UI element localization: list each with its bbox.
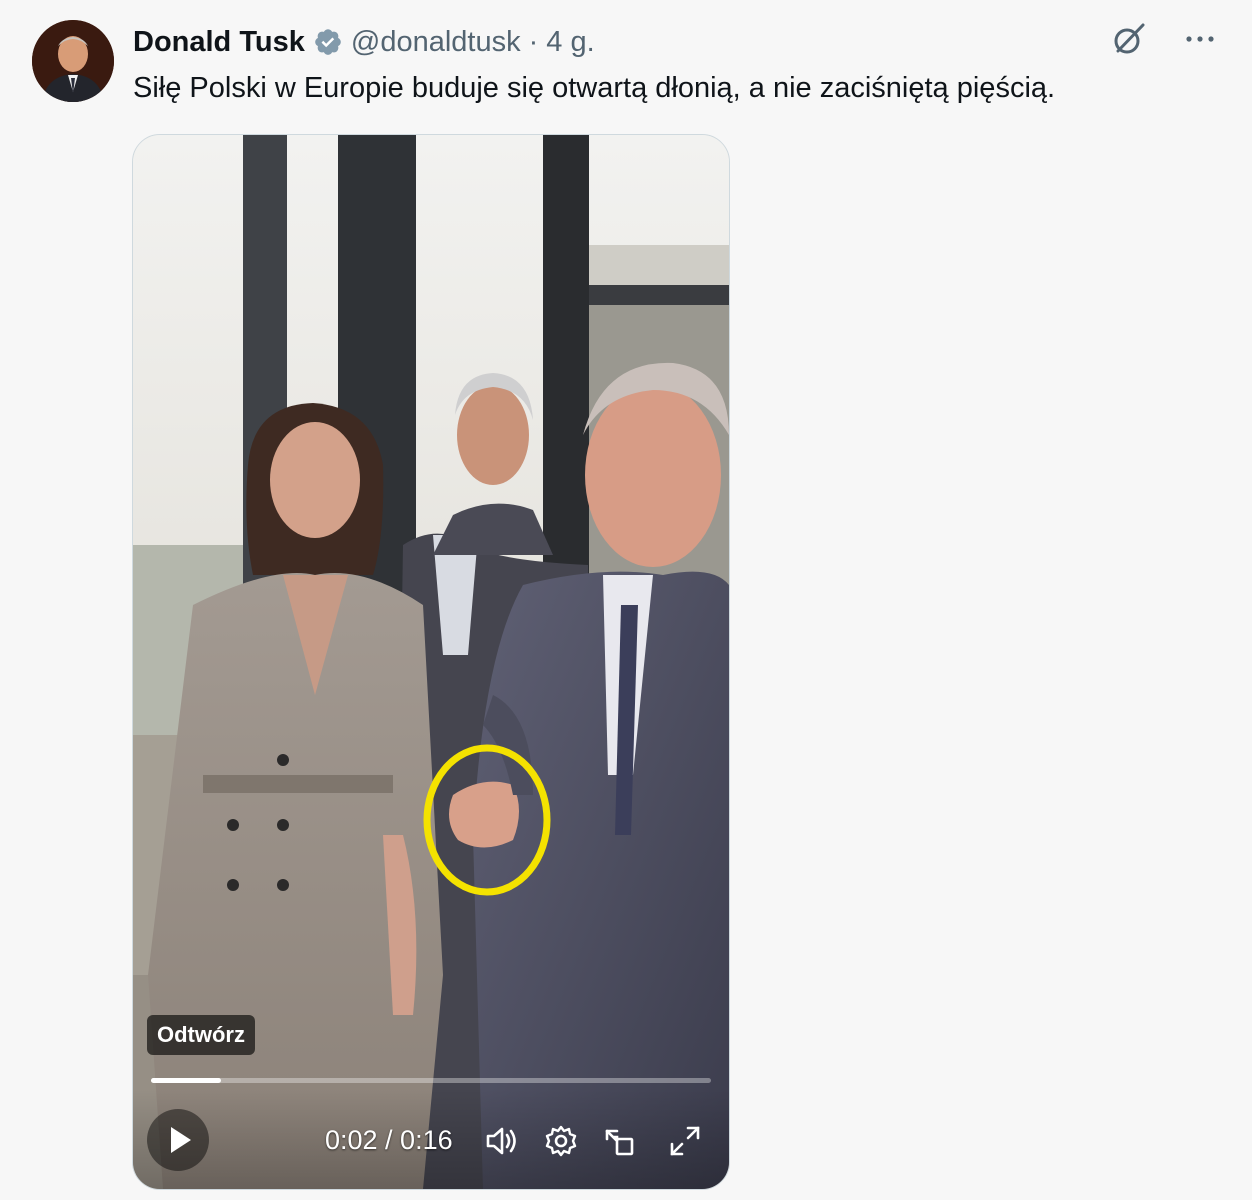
post-time[interactable]: 4 g.	[546, 22, 594, 62]
tweet-header: Donald Tusk @donaldtusk · 4 g.	[133, 22, 595, 62]
tweet-text: Siłę Polski w Europie buduje się otwartą…	[133, 72, 1056, 104]
video-progress-bar[interactable]	[151, 1078, 711, 1083]
picture-in-picture-icon[interactable]	[601, 1123, 637, 1159]
post-actions	[1110, 20, 1218, 58]
verified-badge-icon	[313, 27, 343, 57]
grok-icon[interactable]	[1110, 20, 1148, 58]
more-icon[interactable]	[1182, 21, 1218, 57]
settings-gear-icon[interactable]	[543, 1123, 579, 1159]
fullscreen-icon[interactable]	[667, 1123, 703, 1159]
play-icon	[171, 1127, 191, 1153]
volume-icon[interactable]	[483, 1123, 519, 1159]
author-display-name[interactable]: Donald Tusk	[133, 22, 305, 62]
tweet-post: Donald Tusk @donaldtusk · 4 g. Siłę Pols	[0, 0, 1252, 1200]
video-timecode: 0:02 / 0:16	[325, 1125, 453, 1155]
video-player[interactable]: Odtwórz 0:02 / 0:16	[132, 134, 730, 1190]
separator-dot: ·	[528, 26, 539, 58]
avatar[interactable]	[32, 20, 114, 102]
video-progress-fill	[151, 1078, 221, 1083]
play-tooltip: Odtwórz	[147, 1015, 255, 1055]
author-handle[interactable]: @donaldtusk	[351, 22, 521, 62]
play-button[interactable]	[147, 1109, 209, 1171]
